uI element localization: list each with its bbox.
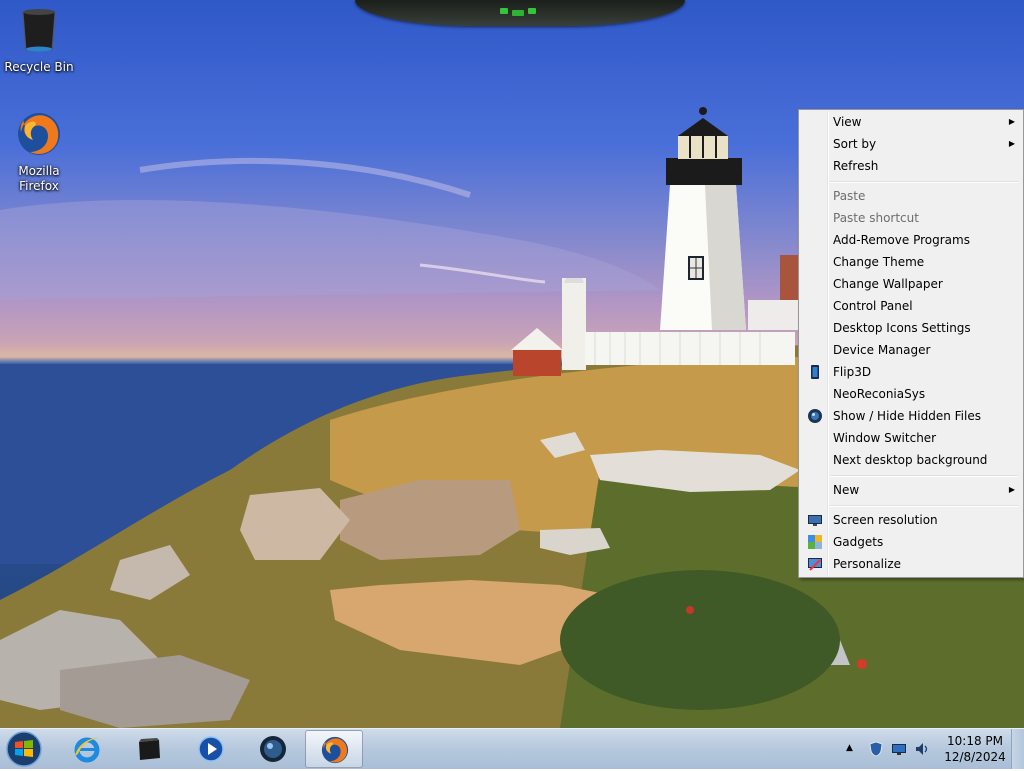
menu-item-label: Add-Remove Programs <box>833 233 970 247</box>
menu-item-view[interactable]: View ▶ <box>802 111 1020 133</box>
network-monitor-icon[interactable] <box>891 741 907 757</box>
menu-item-label: Personalize <box>833 557 902 571</box>
submenu-arrow-icon: ▶ <box>1008 139 1015 148</box>
menu-item-paste-shortcut: Paste shortcut <box>802 207 1020 229</box>
menu-item-screen-resolution[interactable]: Screen resolution <box>802 509 1020 531</box>
dock-indicator-icon <box>500 8 536 16</box>
taskbar-media-player-button[interactable] <box>182 730 240 768</box>
menu-item-sort-by[interactable]: Sort by ▶ <box>802 133 1020 155</box>
clock-time: 10:18 PM <box>947 734 1003 748</box>
menu-item-device-manager[interactable]: Device Manager <box>802 339 1020 361</box>
submenu-arrow-icon: ▶ <box>1008 485 1015 494</box>
menu-item-label: Paste shortcut <box>833 211 919 225</box>
tray-overflow-button[interactable]: ▲ <box>846 740 862 756</box>
menu-item-control-panel[interactable]: Control Panel <box>802 295 1020 317</box>
menu-item-window-switcher[interactable]: Window Switcher <box>802 427 1020 449</box>
menu-item-next-desktop-background[interactable]: Next desktop background <box>802 449 1020 471</box>
start-button[interactable] <box>4 730 48 768</box>
recycle-bin-desktop-icon[interactable]: Recycle Bin <box>0 6 78 75</box>
flip3d-icon <box>811 365 819 379</box>
menu-separator <box>830 475 1018 477</box>
menu-item-label: Desktop Icons Settings <box>833 321 971 335</box>
menu-item-gadgets[interactable]: Gadgets <box>802 531 1020 553</box>
clock[interactable]: 10:18 PM 12/8/2024 <box>940 733 1010 765</box>
menu-separator <box>830 181 1018 183</box>
menu-item-desktop-icons-settings[interactable]: Desktop Icons Settings <box>802 317 1020 339</box>
menu-item-personalize[interactable]: Personalize <box>802 553 1020 575</box>
menu-item-flip3d[interactable]: Flip3D <box>802 361 1020 383</box>
taskbar-dark-app-button[interactable] <box>120 730 178 768</box>
menu-item-label: Gadgets <box>833 535 884 549</box>
media-player-icon <box>198 736 224 762</box>
menu-item-label: Sort by <box>833 137 877 151</box>
submenu-arrow-icon: ▶ <box>1008 117 1015 126</box>
recycle-bin-label: Recycle Bin <box>4 60 74 74</box>
firefox-icon <box>18 113 60 155</box>
menu-item-add-remove-programs[interactable]: Add-Remove Programs <box>802 229 1020 251</box>
menu-item-change-wallpaper[interactable]: Change Wallpaper <box>802 273 1020 295</box>
clock-date: 12/8/2024 <box>944 750 1006 764</box>
menu-item-label: Flip3D <box>833 365 872 379</box>
menu-item-label: New <box>833 483 860 497</box>
menu-item-label: Next desktop background <box>833 453 988 467</box>
firefox-icon <box>321 736 349 764</box>
menu-item-change-theme[interactable]: Change Theme <box>802 251 1020 273</box>
globe-icon <box>260 736 286 762</box>
menu-item-label: Paste <box>833 189 866 203</box>
volume-icon[interactable] <box>914 741 930 757</box>
globe-icon <box>808 409 822 423</box>
ie-icon <box>74 737 100 763</box>
taskbar-globe-button[interactable] <box>244 730 302 768</box>
windows-logo-icon <box>6 731 42 767</box>
show-desktop-button[interactable] <box>1011 729 1024 769</box>
menu-item-refresh[interactable]: Refresh <box>802 155 1020 177</box>
menu-item-paste: Paste <box>802 185 1020 207</box>
recycle-bin-icon <box>22 9 56 52</box>
firefox-label: Mozilla Firefox <box>18 164 60 193</box>
menu-item-new[interactable]: New ▶ <box>802 479 1020 501</box>
menu-item-label: Screen resolution <box>833 513 938 527</box>
taskbar: ▲ 10:18 PM 12/8/2024 <box>0 728 1024 769</box>
taskbar-ie-button[interactable] <box>58 730 116 768</box>
desktop-context-menu: View ▶ Sort by ▶ Refresh Paste Paste sho… <box>798 109 1024 578</box>
menu-item-label: Change Theme <box>833 255 925 269</box>
menu-item-label: Window Switcher <box>833 431 937 445</box>
dark-box-icon <box>139 738 160 760</box>
shield-icon[interactable] <box>868 741 884 757</box>
menu-item-label: View <box>833 115 862 129</box>
menu-item-label: Change Wallpaper <box>833 277 943 291</box>
menu-item-label: Show / Hide Hidden Files <box>833 409 981 423</box>
menu-item-show-hide-hidden-files[interactable]: Show / Hide Hidden Files <box>802 405 1020 427</box>
monitor-icon <box>808 515 822 526</box>
menu-item-neoreconiasys[interactable]: NeoReconiaSys <box>802 383 1020 405</box>
menu-separator <box>830 505 1018 507</box>
personalize-icon <box>808 558 822 571</box>
menu-item-label: Control Panel <box>833 299 913 313</box>
menu-item-label: Device Manager <box>833 343 931 357</box>
menu-item-label: NeoReconiaSys <box>833 387 926 401</box>
menu-item-label: Refresh <box>833 159 879 173</box>
firefox-desktop-icon[interactable]: Mozilla Firefox <box>0 110 78 194</box>
gadgets-icon <box>808 535 822 549</box>
taskbar-firefox-button[interactable] <box>305 730 363 768</box>
system-tray: ▲ 10:18 PM 12/8/2024 <box>840 729 1024 769</box>
